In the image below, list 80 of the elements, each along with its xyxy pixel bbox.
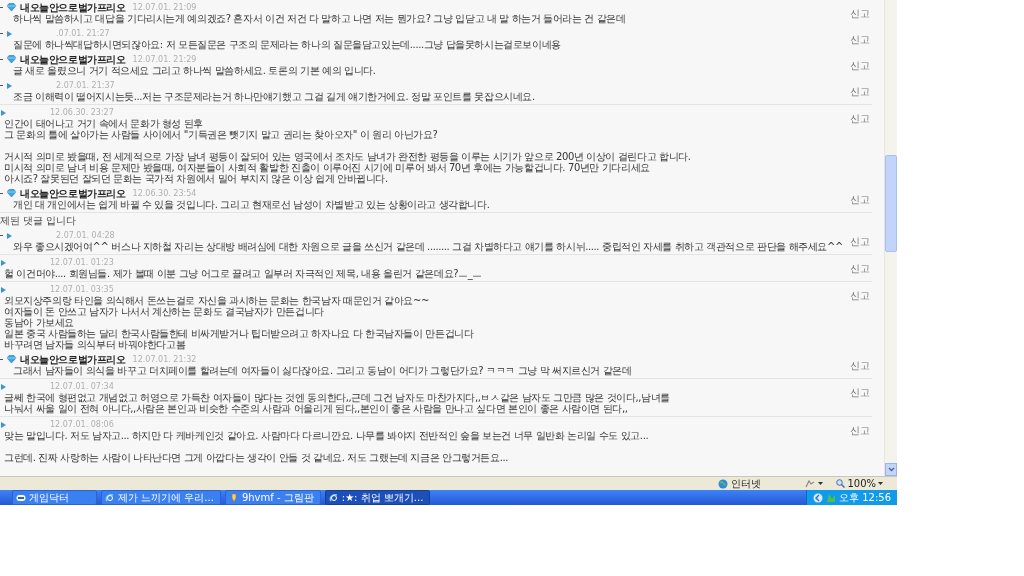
scroll-down-button[interactable]	[885, 463, 897, 476]
comment-text: 외모지상주의랑 타인을 의식해서 돈쓰는걸로 자신을 과시하는 문화는 한국남자 때문인거 같아요~~ 여자들이 돈 안쓰고 남자가 나서서 계산하는 문화도 결국남자가 만든겁니다 동남아 가보세요 일본 중국 사람들하는 달리 한국사람들한테 비싸게받거나 팁더받으려고 하자나요 다 한국남자들이 만든겁니다 바꾸려면 남자들 의식부터 바꿔야한다고봄	[4, 295, 475, 350]
reply-dash-icon	[0, 359, 3, 360]
reply-dash-icon	[0, 7, 3, 8]
comment-text: 질문에 하나씩대답하시면되잖아요: 저 모든질문은 구조의 문제라는 하나의 질문을담고있는데.....그냥 답을못하시는걸로보이네용	[13, 39, 562, 50]
collapse-icon[interactable]	[813, 492, 823, 503]
reply-dash-icon	[0, 59, 3, 60]
report-link[interactable]: 신고	[850, 263, 872, 274]
gem-icon	[6, 55, 17, 64]
comment-text: 개인 대 개인에서는 쉽게 바뀔 수 있을 것입니다. 그리고 현재로선 남성이 차별받고 있는 상황이라고 생각합니다.	[13, 199, 491, 210]
comment-date: 12.07.01. 07:34	[50, 381, 114, 392]
author-name[interactable]: 내오늘안으로벌가프리오	[20, 54, 126, 65]
taskbar-button[interactable]: 게임닥터	[12, 490, 97, 505]
reply-dash-icon	[0, 33, 3, 34]
taskbar-button[interactable]: :★: 취업 뽀개기...	[324, 490, 431, 505]
comment-text: 그런데. 진짜 사랑하는 사람이 나타난다면 그게 아깝다는 생각이 안들 것 같네요. 저도 그랬는데 지금은 안그렇거든요...	[4, 452, 509, 463]
browser-icon	[105, 492, 115, 503]
pointer-icon	[0, 420, 7, 429]
caret-icon[interactable]	[818, 482, 824, 485]
reply-dash-icon	[0, 193, 3, 194]
comment-date: 12.07.01. 01:23	[50, 257, 114, 268]
comment-text: 거시적 의미로 봤을때, 전 세계적으로 가장 남녀 평등이 잘되어 있는 영국에서 조차도 남녀가 완전한 평등을 이루는 시기가 앞으로 200년 이상이 걸린다고 합니다. 미시적 의미로 남녀 비용 문제만 봤을때, 여자분들이 사회적 활발한 진출이 이루어진 시기에 미루어 봐서 70년 후에는 가능할겁니다. 70년만 기다리세요 아시죠? 잘못된던 잘되던 문화는 국가적 차원에서 밀어 부치지 않은 이상 쉽게 안바뀝니다.	[4, 151, 692, 184]
gem-icon	[6, 355, 17, 364]
comment-text: 맞는 말입니다. 저도 남자고... 하지만 다 케바케인것 같아요. 사람마다 다르니깐요. 나무를 봐야지 전반적인 숲을 보는건 너무 일반화 논리일 수도 있고...	[4, 430, 650, 441]
paintbrush-icon	[228, 492, 239, 503]
comment-date: 12.06.30. 23:54	[132, 188, 197, 199]
pointer-icon	[6, 29, 13, 38]
zoom-icon[interactable]	[836, 479, 846, 488]
author-name[interactable]: 내오늘안으로벌가프리오	[20, 2, 126, 13]
clock: 오후 12:56	[839, 491, 891, 504]
report-link[interactable]: 신고	[850, 86, 872, 97]
zoom-level[interactable]: 100%	[847, 477, 876, 490]
comment-text: 와우 좋으시겠어여^^ 버스나 지하철 자리는 상대방 배려심에 대한 차원으로 글을 쓰신거 같은데 ........ 그걸 차별하다고 얘기를 하시뉘..... 중립적인 자세를 취하고 객관적으로 판단을 해주세요^^	[13, 241, 844, 252]
comment-text: 인간이 태어나고 거기 속에서 문화가 형성 된후 그 문화의 틀에 살아가는 사람들 사이에서 "기득권은 뺏기지 말고 권리는 찾아오자" 이 원리 아닌가요?	[4, 118, 439, 140]
pointer-icon	[0, 382, 7, 391]
comment-date: 2.07.01. 04:28	[56, 230, 115, 241]
author-name[interactable]: 내오늘안으로벌가프리오	[20, 188, 126, 199]
comment-date: 12.07.01. 03:35	[50, 284, 114, 295]
gem-icon	[6, 3, 17, 12]
comment-text: 글 새로 올렸으니 거기 적으세요 그리고 하나씩 말씀하세요. 토론의 기본 예의 입니다.	[13, 65, 377, 76]
taskbar-button[interactable]: 제가 느끼기에 우리...	[101, 490, 221, 505]
author-name[interactable]: 내오늘안으로벌가프리오	[20, 354, 126, 365]
report-link[interactable]: 신고	[850, 360, 872, 371]
security-zone-label: 인터넷	[731, 477, 761, 490]
comment-date: 2.07.01. 21:37	[56, 80, 115, 91]
scrollbar[interactable]	[884, 0, 897, 476]
report-link[interactable]: 신고	[850, 113, 872, 124]
browser-icon	[328, 492, 339, 503]
deleted-comment-notice: 제된 댓글 입니다	[0, 215, 78, 226]
pointer-icon	[6, 81, 13, 90]
comment-date: 12.06.30. 23:27	[50, 107, 114, 118]
globe-icon	[718, 478, 728, 489]
comment-text: 헐 이건머야.... 회원님들. 제가 볼때 이분 그냥 어그로 끌려고 일부러 자극적인 제목, 내용 올린거 같은데요?ㅡ_ㅡ	[4, 268, 483, 279]
report-link[interactable]: 신고	[850, 236, 872, 247]
comment-text: 조금 이해력이 떨어지시는듯...저는 구조문제라는거 하나만얘기했고 그걸 길게 얘기한거에요. 정말 포인트를 못잡으시네요.	[13, 91, 536, 102]
comment-date: 12.07.01. 21:29	[132, 54, 197, 65]
reply-dash-icon	[0, 235, 3, 236]
comment-date: 12.07.01. 08:06	[50, 419, 114, 430]
comment-date: 12.07.01. 21:32	[132, 354, 197, 365]
pointer-icon	[0, 285, 7, 294]
report-link[interactable]: 신고	[850, 290, 872, 301]
comment-text: 그래서 남자들이 의식을 바꾸고 더치페이를 할려는데 여자들이 싫다잖아요. 그리고 동남이 어디가 그렇단가요? ㅋㅋㅋ 그냥 막 써지르신거 같은데	[13, 365, 633, 376]
pointer-icon	[0, 258, 7, 267]
pointer-icon	[6, 231, 13, 240]
report-link[interactable]: 신고	[850, 425, 872, 436]
taskbar-button[interactable]: 9hvmf - 그림판	[224, 490, 321, 505]
report-link[interactable]: 신고	[850, 194, 872, 205]
reply-dash-icon	[0, 85, 3, 86]
comment-text: 글쎄 한국에 형편없고 개념없고 허영으로 가득찬 여자들이 많다는 것엔 동의한다,,근데 그건 남자도 마찬가지다,,ㅂㅅ같은 남자도 그만큼 많은 것이다,,남녀를 나눠서 싸울 일이 전혀 아니다,,사람은 본인과 비슷한 수준의 사람과 어울리게 된다,,본인이 좋은 사람을 만나고 싶다면 본인이 좋은 사람이면 된다,,	[4, 392, 671, 414]
comment-text: 하나씩 말씀하시고 대답을 기다리시는게 예의겠죠? 혼자서 이건 저건 다 말하고 나면 저는 뭔가요? 그냥 입닫고 내 말 하는거 들어라는 건 같은데	[13, 13, 627, 24]
report-link[interactable]: 신고	[850, 387, 872, 398]
pointer-icon	[0, 108, 7, 117]
report-link[interactable]: 신고	[850, 8, 872, 19]
comment-date: 12.07.01. 21:09	[132, 2, 197, 13]
gem-icon	[6, 189, 17, 198]
caret-icon[interactable]	[878, 482, 883, 485]
scrollbar-thumb[interactable]	[885, 155, 897, 252]
report-link[interactable]: 신고	[850, 60, 872, 71]
report-link[interactable]: 신고	[850, 34, 872, 45]
comment-date: .07.01. 21:27	[56, 28, 110, 39]
